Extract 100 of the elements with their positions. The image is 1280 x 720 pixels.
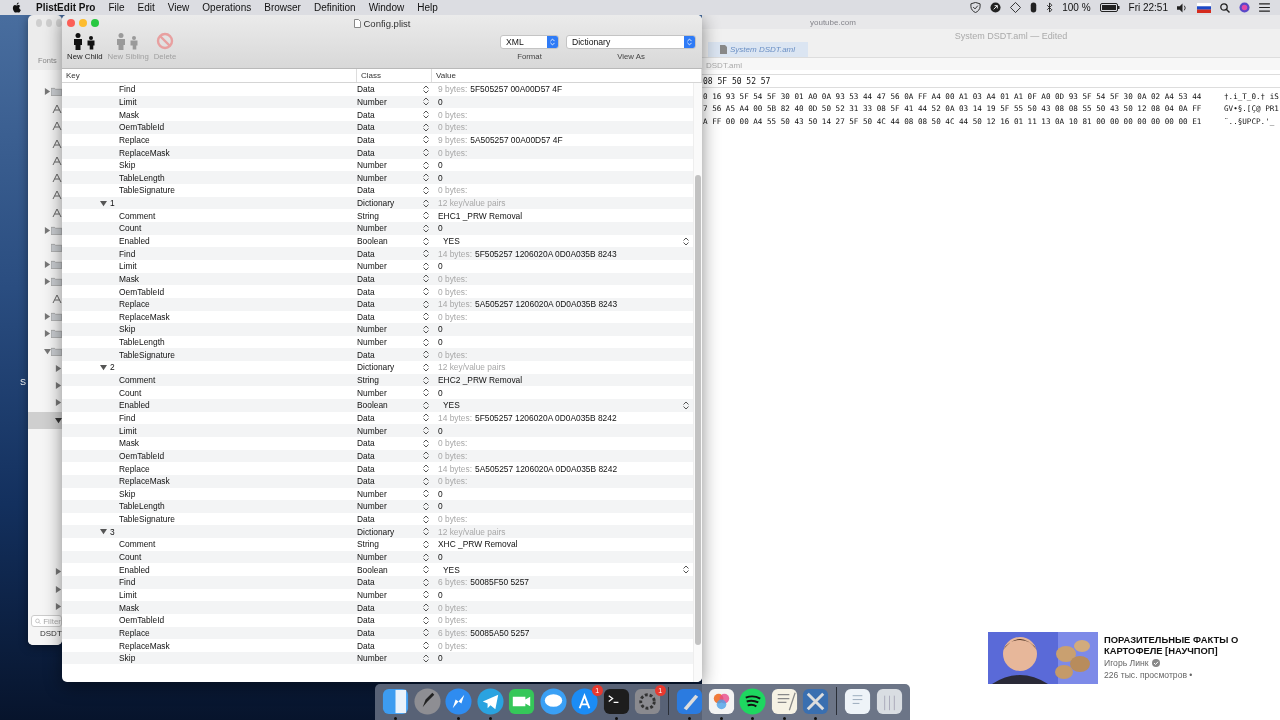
search-field[interactable]: 08 5F 50 52 57 <box>702 74 1280 88</box>
search-icon[interactable] <box>1220 2 1230 13</box>
table-row[interactable]: Count Number 0 <box>62 222 693 235</box>
shield-icon[interactable] <box>970 2 982 13</box>
disclosure-right-icon[interactable] <box>44 313 52 320</box>
pen-and-paper-icon[interactable] <box>769 687 799 716</box>
gear-icon[interactable] <box>633 687 663 716</box>
boolean-value[interactable]: YES <box>438 564 460 575</box>
stepper-arrows-icon[interactable] <box>423 653 429 663</box>
menu-item[interactable]: View <box>167 2 190 13</box>
disclosure-down-icon[interactable] <box>100 363 107 371</box>
stepper-arrows-icon[interactable] <box>423 337 429 347</box>
column-header[interactable]: Value <box>432 69 702 82</box>
stepper-arrows-icon[interactable] <box>423 287 429 297</box>
color-petals-icon[interactable] <box>706 687 736 716</box>
table-row[interactable]: TableLength Number 0 <box>62 171 693 185</box>
close-button[interactable] <box>67 18 75 27</box>
disclosure-right-icon[interactable] <box>54 364 62 372</box>
stepper-arrows-icon[interactable] <box>423 350 429 360</box>
menu-item[interactable]: Help <box>417 2 438 13</box>
stepper-arrows-icon[interactable] <box>423 135 429 145</box>
menu-clock[interactable]: Fri 22:51 <box>1128 2 1168 13</box>
stylized-a-icon[interactable] <box>570 687 600 716</box>
stepper-arrows-icon[interactable] <box>423 413 429 423</box>
disclosure-down-icon[interactable] <box>44 347 52 355</box>
stepper-arrows-icon[interactable] <box>423 160 429 170</box>
stepper-arrows-icon[interactable] <box>423 615 429 625</box>
stepper-arrows-icon[interactable] <box>683 565 689 575</box>
table-row[interactable]: TableSignature Data 0 bytes: <box>62 348 693 362</box>
stepper-arrows-icon[interactable] <box>423 223 429 233</box>
disclosure-down-icon[interactable] <box>100 528 107 536</box>
table-row[interactable]: Skip Number 0 <box>62 323 693 336</box>
disclosure-down-icon[interactable] <box>100 199 107 207</box>
stepper-arrows-icon[interactable] <box>423 400 429 410</box>
tools-icon[interactable] <box>801 687 831 716</box>
gradient-orb-icon[interactable] <box>1239 2 1250 13</box>
disclosure-right-icon[interactable] <box>44 278 52 286</box>
apple-logo-icon[interactable] <box>12 2 22 13</box>
disclosure-right-icon[interactable] <box>54 382 62 390</box>
stepper-arrows-icon[interactable] <box>423 274 429 284</box>
bluetooth-icon[interactable] <box>1046 2 1054 13</box>
stepper-arrows-icon[interactable] <box>423 539 429 549</box>
stepper-arrows-icon[interactable] <box>423 426 429 436</box>
format-popup[interactable]: XML <box>500 35 559 49</box>
table-row[interactable]: Enabled Boolean YES <box>62 399 693 412</box>
scrollbar-thumb[interactable] <box>695 175 701 645</box>
channel-name[interactable]: Игорь Линк <box>1104 658 1149 668</box>
disclosure-right-icon[interactable] <box>44 261 52 269</box>
disclosure-right-icon[interactable] <box>44 330 52 338</box>
stepper-arrows-icon[interactable] <box>423 97 429 107</box>
boolean-value[interactable]: YES <box>438 236 460 246</box>
stepper-arrows-icon[interactable] <box>423 261 429 271</box>
stepper-arrows-icon[interactable] <box>423 388 429 398</box>
stepper-arrows-icon[interactable] <box>683 400 689 410</box>
stepper-arrows-icon[interactable] <box>683 236 689 246</box>
disclosure-right-icon[interactable] <box>54 585 62 593</box>
app-menu[interactable]: PlistEdit Pro <box>36 2 96 13</box>
stepper-arrows-icon[interactable] <box>423 628 429 638</box>
menu-item[interactable]: Browser <box>264 2 301 13</box>
stepper-arrows-icon[interactable] <box>423 476 429 486</box>
stepper-arrows-icon[interactable] <box>423 325 429 334</box>
paper-plane-icon[interactable] <box>475 687 505 716</box>
stepper-arrows-icon[interactable] <box>423 148 429 157</box>
sound-waves-icon[interactable] <box>738 687 768 716</box>
table-row[interactable]: Limit Number 0 <box>62 424 693 437</box>
stepper-arrows-icon[interactable] <box>423 249 429 259</box>
stepper-arrows-icon[interactable] <box>423 362 429 372</box>
capsule-icon[interactable] <box>1030 2 1038 13</box>
stepper-arrows-icon[interactable] <box>423 464 429 474</box>
menu-item[interactable]: Definition <box>313 2 356 13</box>
stepper-arrows-icon[interactable] <box>423 603 429 613</box>
stepper-arrows-icon[interactable] <box>423 173 429 183</box>
speaker-icon[interactable] <box>1177 2 1188 13</box>
menu-item[interactable]: Window <box>368 2 405 13</box>
table-row[interactable]: ReplaceMask Data 0 bytes: <box>62 146 693 159</box>
stepper-arrows-icon[interactable] <box>423 514 429 524</box>
split-square-icon[interactable] <box>381 687 411 716</box>
stepper-arrows-icon[interactable] <box>423 185 429 195</box>
column-header[interactable]: Class <box>357 69 432 82</box>
stepper-arrows-icon[interactable] <box>423 299 429 309</box>
stepper-arrows-icon[interactable] <box>423 451 429 461</box>
stepper-arrows-icon[interactable] <box>423 84 429 94</box>
tab-label[interactable]: DSDT <box>28 627 62 641</box>
flag-icon[interactable] <box>1197 2 1211 13</box>
table-row[interactable]: Find Data 14 bytes: 5F505257 1206020A 0D0A035B 8243 <box>62 247 693 260</box>
disclosure-right-icon[interactable] <box>54 399 62 407</box>
stepper-arrows-icon[interactable] <box>423 641 429 650</box>
speech-bubble-icon[interactable] <box>538 687 568 716</box>
stepper-arrows-icon[interactable] <box>423 438 429 448</box>
stepper-arrows-icon[interactable] <box>423 375 429 385</box>
menu-item[interactable]: Operations <box>202 2 252 13</box>
table-row[interactable]: Mask Data 0 bytes: <box>62 601 693 614</box>
stepper-arrows-icon[interactable] <box>423 527 429 537</box>
video-camera-icon[interactable] <box>507 687 537 716</box>
video-title[interactable]: ПОРАЗИТЕЛЬНЫЕ ФАКТЫ О КАРТОФЕЛЕ [НАУЧПОП] <box>1104 634 1280 656</box>
column-header[interactable]: Key <box>62 69 357 82</box>
diamond-icon[interactable] <box>1010 2 1022 13</box>
table-row[interactable]: TableLength Number 0 <box>62 500 693 513</box>
stepper-arrows-icon[interactable] <box>423 501 429 511</box>
disclosure-right-icon[interactable] <box>44 226 52 234</box>
